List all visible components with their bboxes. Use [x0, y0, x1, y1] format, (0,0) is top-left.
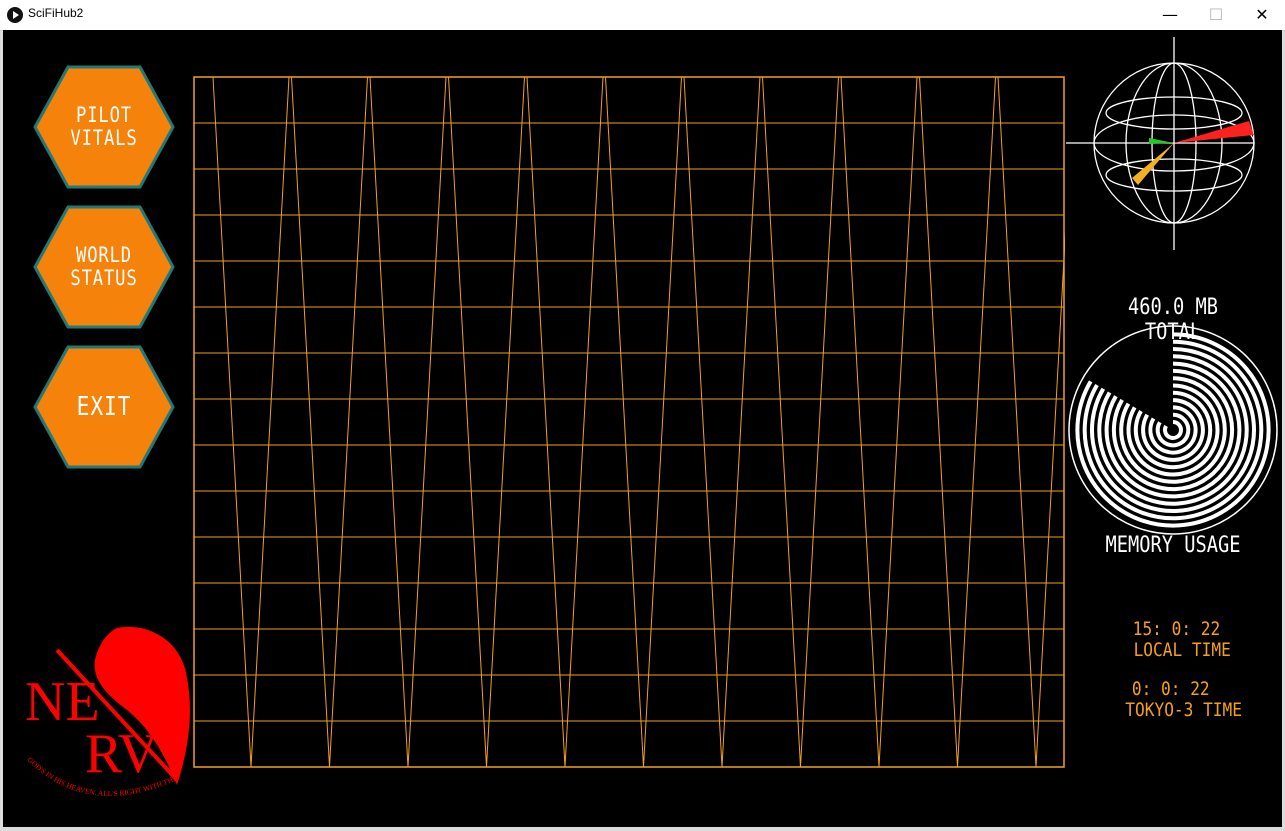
- tokyo-time-label: TOKYO-3 TIME: [1125, 699, 1242, 721]
- main-grid-display: [193, 76, 1065, 768]
- memory-ring: [1082, 339, 1264, 521]
- globe-compass: [1066, 37, 1255, 250]
- app-play-icon: [7, 7, 23, 23]
- memory-ring: [1155, 412, 1191, 448]
- grid-diag-line: [721, 76, 761, 768]
- grid-diag-line: [329, 76, 368, 768]
- memory-usage-label: MEMORY USAGE: [1105, 533, 1241, 558]
- grid-diag-line: [957, 76, 996, 768]
- grid-diag-line: [840, 76, 880, 768]
- memory-ring: [1133, 390, 1213, 470]
- grid-diag-line: [486, 76, 525, 768]
- grid-diag-line: [643, 76, 682, 768]
- grid-diag-line: [212, 76, 252, 768]
- pilot-vitals-label: PILOT VITALS: [70, 103, 138, 150]
- window-title: SciFiHub2: [28, 6, 84, 20]
- exit-button[interactable]: EXIT: [33, 345, 175, 469]
- local-time-label: LOCAL TIME: [1133, 639, 1231, 661]
- world-status-label: WORLD STATUS: [70, 243, 138, 290]
- pilot-vitals-button[interactable]: PILOT VITALS: [33, 65, 175, 189]
- red-arm: [1174, 121, 1254, 143]
- close-button[interactable]: ✕: [1239, 0, 1285, 30]
- grid-diag-line: [448, 76, 487, 768]
- grid-diag-line: [878, 76, 918, 768]
- grid-diag-line: [526, 76, 566, 768]
- tokyo-time-value: 0: 0: 22: [1131, 678, 1210, 700]
- window-titlebar[interactable]: SciFiHub2 — ☐ ✕: [0, 0, 1285, 31]
- svg-text:RV: RV: [85, 723, 158, 785]
- grid-diag-line: [800, 76, 839, 768]
- grid-diag-line: [250, 76, 290, 768]
- grid-diag-line: [1035, 231, 1065, 768]
- grid-diag-line: [997, 76, 1037, 768]
- memory-ring: [1090, 347, 1256, 513]
- minimize-button[interactable]: —: [1147, 0, 1193, 30]
- world-status-button[interactable]: WORLD STATUS: [33, 205, 175, 329]
- nerv-logo: NE RV GOD'S IN HIS HEAVEN. ALL'S RIGHT W…: [17, 620, 190, 798]
- grid-diag-line: [605, 76, 644, 768]
- grid-diag-line: [291, 76, 330, 768]
- grid-diag-line: [762, 76, 801, 768]
- yellow-arm: [1132, 143, 1174, 185]
- grid-diag-line: [683, 76, 723, 768]
- maximize-button[interactable]: ☐: [1193, 0, 1239, 30]
- grid-diag-line: [369, 76, 409, 768]
- grid-border: [193, 76, 1065, 768]
- memory-ring: [1111, 368, 1235, 492]
- exit-label: EXIT: [76, 391, 132, 422]
- grid-diag-line: [407, 76, 447, 768]
- grid-diag-line: [564, 76, 604, 768]
- green-arm: [1149, 138, 1174, 144]
- grid-diag-line: [919, 76, 958, 768]
- memory-usage-gauge: [1068, 325, 1278, 535]
- memory-ring: [1163, 420, 1183, 440]
- local-time-value: 15: 0: 22: [1132, 618, 1221, 640]
- sketch-canvas: PILOT VITALS WORLD STATUS EXIT 460.0 MB …: [3, 30, 1282, 827]
